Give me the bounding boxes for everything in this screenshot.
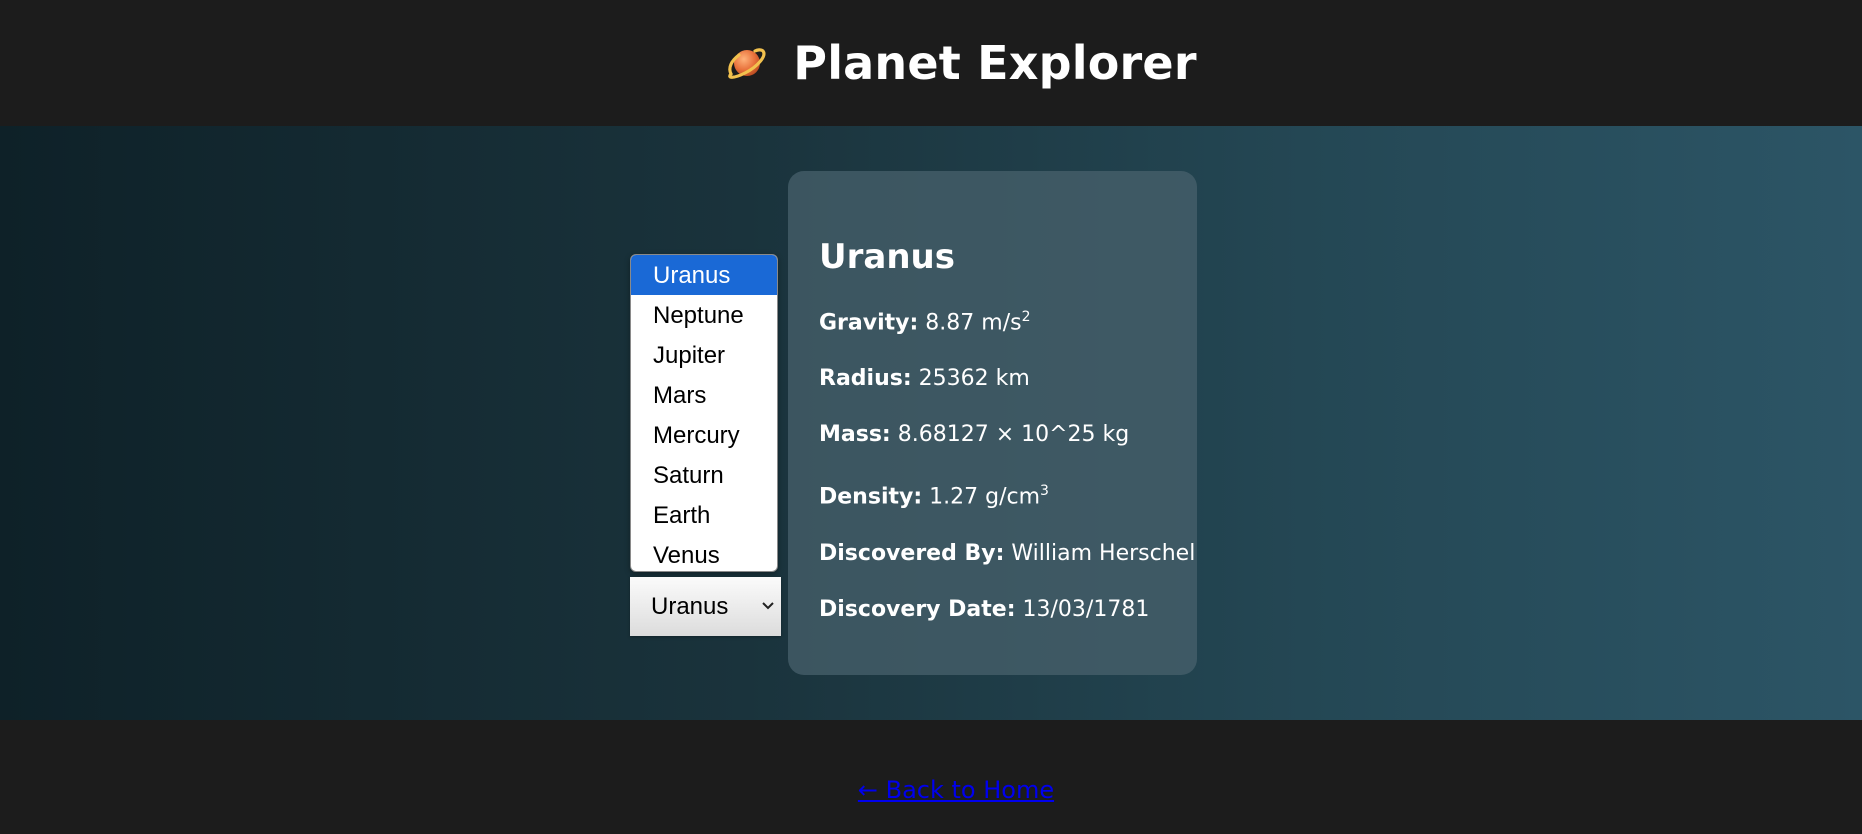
- density-exponent: 3: [1040, 483, 1049, 500]
- footer: ← Back to Home: [0, 720, 1862, 834]
- radius-label: Radius:: [819, 366, 912, 392]
- planet-dropdown-list[interactable]: Uranus Neptune Jupiter Mars Mercury Satu…: [630, 254, 778, 572]
- mass-label: Mass:: [819, 422, 891, 448]
- planet-option-uranus[interactable]: Uranus: [631, 255, 777, 295]
- ringed-planet-icon: [728, 48, 766, 79]
- density-value: 1.27 g/cm: [929, 484, 1041, 510]
- header-inner: Planet Explorer: [725, 36, 1197, 90]
- gravity-value: 8.87 m/s: [925, 310, 1022, 336]
- discovered-by-value: William Herschel: [1011, 540, 1196, 566]
- main-content: Uranus Neptune Jupiter Mars Mercury Satu…: [0, 126, 1862, 720]
- discovery-date-label: Discovery Date:: [819, 596, 1016, 622]
- header: Planet Explorer: [0, 0, 1862, 126]
- discovered-by-label: Discovered By:: [819, 540, 1005, 566]
- gravity-exponent: 2: [1021, 309, 1031, 325]
- planet-name: Uranus: [819, 237, 955, 277]
- planet-option-earth[interactable]: Earth: [631, 495, 777, 535]
- mass-value: 8.68127 × 10^25 kg: [897, 422, 1130, 448]
- planet-option-neptune[interactable]: Neptune: [631, 295, 777, 335]
- planet-option-venus[interactable]: Venus: [631, 535, 777, 571]
- planet-option-mercury[interactable]: Mercury: [631, 415, 777, 455]
- planet-select-value: Uranus: [651, 592, 729, 620]
- discovered-by-row: Discovered By: William Herschel: [819, 540, 1197, 568]
- back-to-home-link[interactable]: ← Back to Home: [858, 776, 1054, 834]
- discovery-date-row: Discovery Date: 13/03/1781: [819, 596, 1197, 624]
- radius-value: 25362 km: [918, 366, 1030, 392]
- radius-row: Radius: 25362 km: [819, 365, 1197, 393]
- density-label: Density:: [819, 484, 923, 510]
- planet-info-card: Uranus Gravity: 8.87 m/s2 Radius: 25362 …: [788, 171, 1197, 675]
- gravity-label: Gravity:: [819, 310, 919, 336]
- planet-option-mars[interactable]: Mars: [631, 375, 777, 415]
- planet-option-saturn[interactable]: Saturn: [631, 455, 777, 495]
- mass-row: Mass: 8.68127 × 10^25 kg: [819, 421, 1197, 449]
- planet-select[interactable]: Uranus: [630, 577, 781, 636]
- page-title: Planet Explorer: [793, 36, 1197, 90]
- gravity-row: Gravity: 8.87 m/s2: [819, 303, 1197, 337]
- density-row: Density: 1.27 g/cm3: [819, 477, 1197, 511]
- chevron-down-icon: [762, 602, 774, 610]
- discovery-date-value: 13/03/1781: [1022, 596, 1150, 622]
- planet-option-jupiter[interactable]: Jupiter: [631, 335, 777, 375]
